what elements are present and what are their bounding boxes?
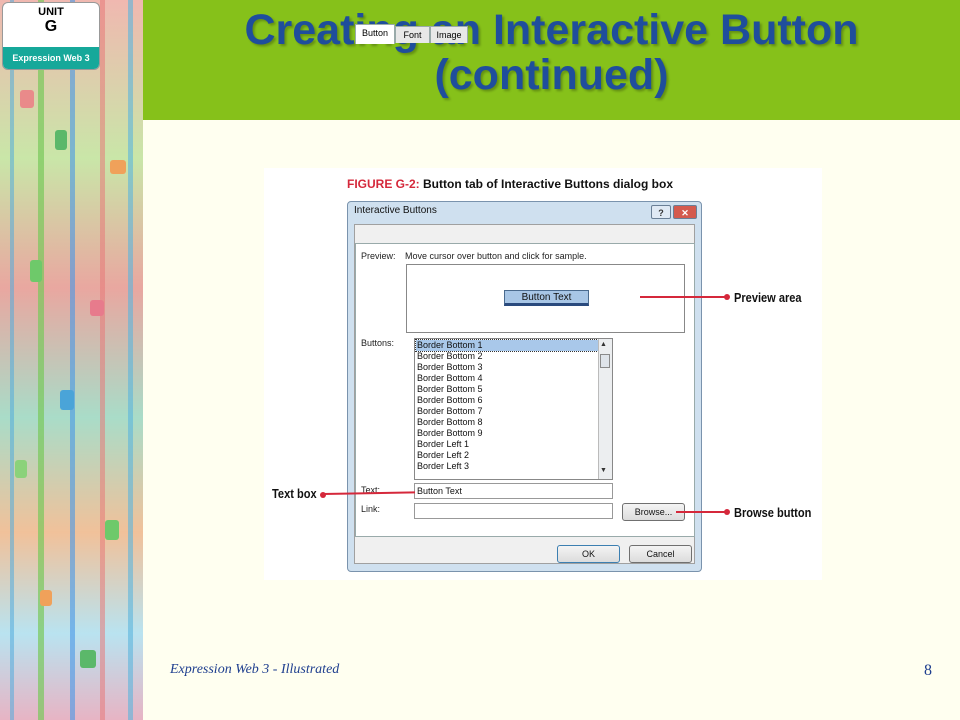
preview-area-callout: Preview area <box>734 290 802 305</box>
list-item[interactable]: Border Bottom 8 <box>416 417 600 428</box>
tab-font[interactable]: Font <box>395 26 430 43</box>
course-name: Expression Web 3 <box>3 47 99 69</box>
help-icon[interactable]: ? <box>651 205 671 219</box>
slide-title-line2: (continued) <box>434 51 669 100</box>
unit-label: UNIT <box>38 6 64 18</box>
tab-button[interactable]: Button <box>355 24 395 44</box>
scroll-up-icon[interactable]: ▲ <box>600 341 607 348</box>
sample-button[interactable]: Button Text <box>504 290 589 306</box>
list-item[interactable]: Border Bottom 7 <box>416 406 600 417</box>
browse-callout-line <box>676 511 726 513</box>
text-box-callout: Text box <box>272 486 317 501</box>
text-field[interactable]: Button Text <box>414 483 613 499</box>
ok-button[interactable]: OK <box>557 545 620 563</box>
list-item[interactable]: Border Bottom 5 <box>416 384 600 395</box>
browse-button-callout: Browse button <box>734 505 812 520</box>
list-item[interactable]: Border Bottom 6 <box>416 395 600 406</box>
figure-caption: FIGURE G-2: Button tab of Interactive Bu… <box>347 177 673 191</box>
scroll-down-icon[interactable]: ▼ <box>600 467 607 474</box>
list-item[interactable]: Border Bottom 1 <box>415 339 601 352</box>
scrollbar-thumb[interactable] <box>600 354 610 368</box>
page-number: 8 <box>924 662 932 679</box>
dialog-title: Interactive Buttons <box>354 205 437 216</box>
cancel-button[interactable]: Cancel <box>629 545 692 563</box>
list-item[interactable]: Border Left 2 <box>416 450 600 461</box>
list-item[interactable]: Border Left 3 <box>416 461 600 472</box>
list-item[interactable]: Border Bottom 9 <box>416 428 600 439</box>
sidebar-pattern <box>15 460 27 478</box>
preview-callout-dot <box>724 294 730 300</box>
preview-callout-line <box>640 296 726 298</box>
sidebar-pattern <box>110 160 126 174</box>
unit-badge: UNIT G Expression Web 3 <box>2 2 100 70</box>
figure-caption-text: Button tab of Interactive Buttons dialog… <box>419 177 674 191</box>
preview-hint: Move cursor over button and click for sa… <box>405 251 587 261</box>
buttons-listbox[interactable]: Border Bottom 1 Border Bottom 2 Border B… <box>414 338 613 480</box>
sidebar-pattern <box>60 390 74 410</box>
slide-title: Creating an Interactive Button (continue… <box>143 6 960 100</box>
link-label: Link: <box>361 504 381 514</box>
unit-letter: G <box>44 18 58 35</box>
buttons-label: Buttons: <box>361 338 395 348</box>
preview-label: Preview: <box>361 251 396 261</box>
list-item[interactable]: Border Bottom 4 <box>416 373 600 384</box>
footer-text: Expression Web 3 - Illustrated <box>170 662 340 677</box>
list-item[interactable]: Border Left 1 <box>416 439 600 450</box>
list-item[interactable]: Border Bottom 2 <box>416 351 600 362</box>
sidebar-pattern <box>30 260 42 282</box>
browse-callout-dot <box>724 509 730 515</box>
sidebar-pattern <box>40 590 52 606</box>
link-field[interactable] <box>414 503 613 519</box>
sidebar-pattern <box>90 300 104 316</box>
list-item[interactable]: Border Bottom 3 <box>416 362 600 373</box>
sidebar-pattern <box>55 130 67 150</box>
sidebar-pattern <box>80 650 96 668</box>
figure-number: FIGURE G-2: <box>347 177 420 191</box>
tab-image[interactable]: Image <box>430 26 468 43</box>
sidebar-pattern <box>20 90 34 108</box>
decorative-sidebar <box>0 0 143 720</box>
close-icon[interactable]: ✕ <box>673 205 697 219</box>
sidebar-pattern <box>105 520 119 540</box>
slide-title-line1: Creating an Interactive Button <box>244 6 859 54</box>
